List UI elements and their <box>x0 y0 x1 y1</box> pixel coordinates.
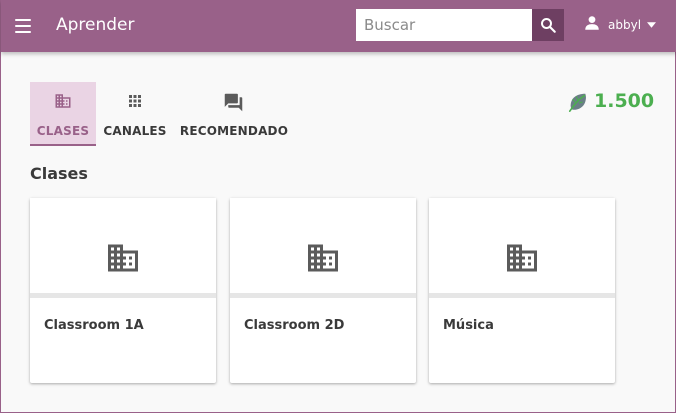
card-title: Classroom 1A <box>44 318 144 333</box>
building-icon <box>507 244 537 272</box>
tab-canales[interactable]: CANALES <box>102 82 168 146</box>
card-thumbnail <box>230 198 416 298</box>
card-thumbnail <box>429 198 615 298</box>
tab-recomendado[interactable]: RECOMENDADO <box>179 82 289 146</box>
menu-icon[interactable] <box>13 16 33 36</box>
app-frame: Aprender abbyl CLASES <box>0 0 676 413</box>
app-title: Aprender <box>56 15 135 35</box>
search-icon <box>541 18 556 33</box>
search-input[interactable] <box>356 9 532 41</box>
card-thumbnail <box>30 198 216 298</box>
points-value: 1.500 <box>594 90 655 112</box>
card-title: Classroom 2D <box>244 318 345 333</box>
person-icon <box>585 16 599 30</box>
search-button[interactable] <box>532 9 564 41</box>
apps-grid-icon <box>129 95 141 107</box>
tab-clases[interactable]: CLASES <box>30 82 96 146</box>
building-icon <box>308 244 338 272</box>
leaf-icon <box>568 93 586 112</box>
forum-icon <box>224 93 243 112</box>
building-icon <box>55 94 71 108</box>
username-label: abbyl <box>608 18 642 32</box>
tab-label: CANALES <box>103 124 167 138</box>
section-title: Clases <box>30 164 88 183</box>
class-card[interactable]: Classroom 2D <box>230 198 416 383</box>
tab-label: CLASES <box>36 124 90 138</box>
class-card[interactable]: Classroom 1A <box>30 198 216 383</box>
tab-label: RECOMENDADO <box>179 124 289 138</box>
card-title: Música <box>443 318 494 333</box>
caret-down-icon <box>647 22 656 28</box>
class-card[interactable]: Música <box>429 198 615 383</box>
building-icon <box>108 244 138 272</box>
top-app-bar: Aprender abbyl <box>1 0 676 52</box>
